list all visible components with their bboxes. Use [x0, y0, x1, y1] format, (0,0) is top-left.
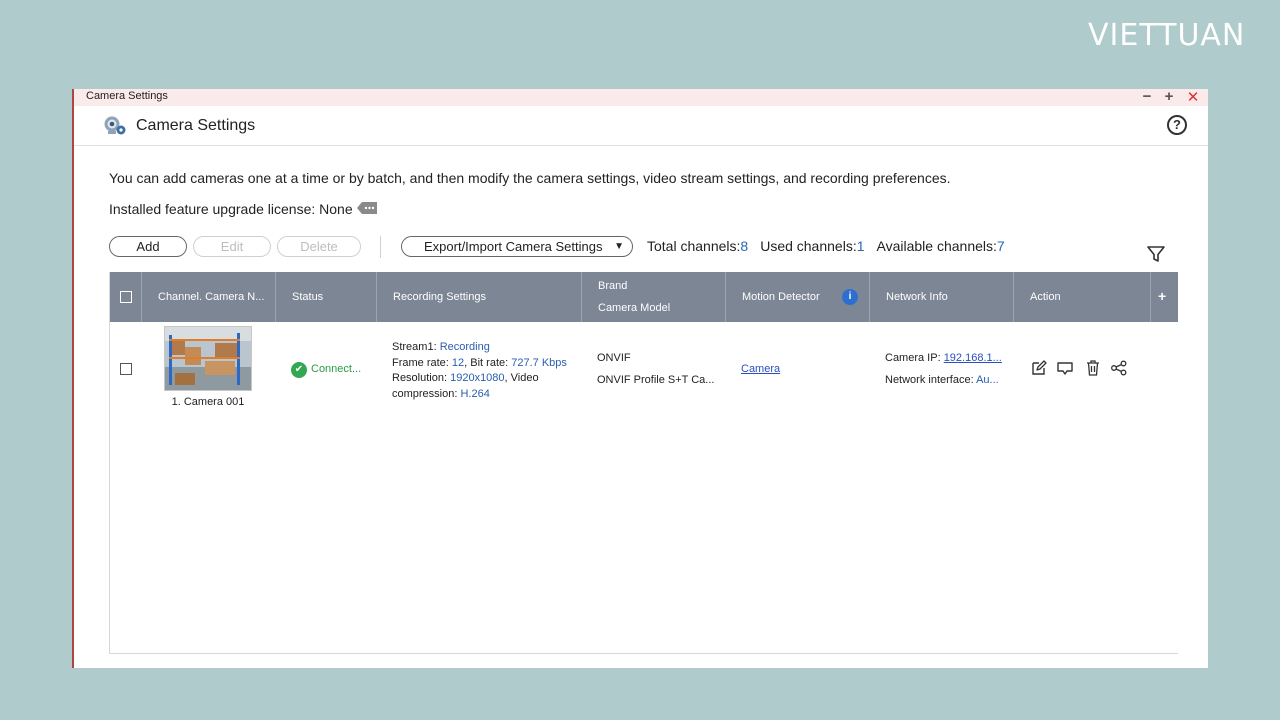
select-all-checkbox[interactable] — [120, 291, 132, 303]
page-title: Camera Settings — [136, 117, 256, 134]
minimize-button[interactable]: − — [1138, 88, 1156, 105]
table-row[interactable]: 1. Camera 001 ✔ Connect... Stream1: Reco… — [110, 322, 1178, 414]
close-button[interactable]: ✕ — [1184, 88, 1202, 106]
framerate-value: 12 — [451, 356, 465, 369]
column-network[interactable]: Network Info — [870, 272, 1014, 322]
total-channels-label: Total channels: — [647, 238, 741, 254]
motion-detector-link[interactable]: Camera — [741, 363, 780, 375]
column-brand-label: Brand — [598, 280, 628, 292]
camera-settings-icon — [104, 116, 126, 135]
used-channels-value: 1 — [856, 238, 865, 254]
table-header: Channel. Camera N... Status Recording Se… — [110, 272, 1178, 322]
camera-model: ONVIF Profile S+T Ca... — [597, 374, 715, 386]
brand-logo: VIETTUAN — [1088, 18, 1246, 53]
camera-table: Channel. Camera N... Status Recording Se… — [109, 272, 1178, 654]
channel-stats: Total channels:8 Used channels:1 Available… — [647, 238, 1005, 254]
share-icon[interactable] — [1110, 359, 1128, 377]
camera-brand: ONVIF — [597, 352, 631, 364]
bitrate-value: 727.7 Kbps — [511, 356, 567, 369]
network-interface-label: Network interface: — [885, 374, 977, 386]
delete-button[interactable]: Delete — [277, 236, 361, 257]
column-motion-label: Motion Detector — [742, 291, 820, 303]
stream-value: Recording — [439, 341, 490, 353]
row-checkbox[interactable] — [120, 363, 132, 375]
column-action-label: Action — [1030, 291, 1061, 303]
edit-button[interactable]: Edit — [193, 236, 271, 257]
total-channels-value: 8 — [740, 238, 749, 254]
available-channels-label: Available channels: — [876, 238, 997, 254]
column-recording[interactable]: Recording Settings — [377, 272, 582, 322]
network-interface-value: Au... — [976, 374, 999, 386]
add-column-button[interactable]: + — [1158, 288, 1166, 304]
recording-settings: Stream1: Recording Frame rate: 12, Bit r… — [392, 340, 577, 402]
column-status[interactable]: Status — [276, 272, 377, 322]
column-model-label: Camera Model — [598, 302, 671, 314]
resolution-value: 1920x1080 — [450, 372, 505, 384]
window-titlebar: Camera Settings − + ✕ — [74, 88, 1208, 106]
column-motion[interactable]: Motion Detector i — [726, 272, 870, 322]
monitor-icon[interactable] — [1056, 359, 1074, 377]
framerate-label: Frame rate: — [392, 356, 452, 369]
trash-icon[interactable] — [1084, 359, 1102, 377]
export-import-dropdown[interactable]: Export/Import Camera Settings ▼ — [401, 236, 633, 257]
available-channels-value: 7 — [996, 238, 1005, 254]
info-icon[interactable]: i — [842, 289, 858, 305]
filter-icon[interactable] — [1146, 244, 1166, 264]
status-connected-icon: ✔ — [291, 362, 307, 378]
toolbar-divider — [380, 236, 381, 258]
camera-ip-label: Camera IP: — [885, 352, 944, 364]
camera-settings-window: Camera Settings − + ✕ Camera Settings ? … — [72, 88, 1208, 668]
used-channels-label: Used channels: — [760, 238, 857, 254]
export-import-label: Export/Import Camera Settings — [424, 239, 603, 254]
titlebar-title: Camera Settings — [86, 90, 168, 102]
help-icon[interactable]: ? — [1167, 115, 1187, 135]
resolution-label: Resolution: — [392, 372, 451, 384]
column-brand[interactable]: Brand Camera Model — [582, 272, 726, 322]
camera-name: 1. Camera 001 — [171, 396, 245, 408]
chevron-down-icon: ▼ — [614, 241, 624, 252]
add-button[interactable]: Add — [109, 236, 187, 257]
license-tag-icon[interactable] — [357, 202, 377, 214]
network-interface: Network interface: Au... — [885, 374, 999, 386]
camera-ip-link[interactable]: 192.168.1... — [944, 352, 1002, 364]
column-status-label: Status — [292, 291, 324, 303]
column-network-label: Network Info — [886, 291, 948, 303]
camera-ip: Camera IP: 192.168.1... — [885, 352, 1002, 364]
edit-icon[interactable] — [1030, 359, 1048, 377]
maximize-button[interactable]: + — [1160, 88, 1178, 105]
bitrate-label: , Bit rate: — [464, 356, 512, 369]
status-text: Connect... — [311, 363, 362, 375]
column-recording-label: Recording Settings — [393, 291, 486, 303]
column-channel-label: Channel. Camera N... — [158, 291, 265, 303]
license-info: Installed feature upgrade license: None — [109, 201, 353, 217]
page-header: Camera Settings ? — [74, 106, 1208, 146]
camera-thumbnail[interactable] — [164, 326, 252, 391]
compression-value: H.264 — [460, 387, 490, 400]
column-channel[interactable]: Channel. Camera N... — [142, 272, 276, 322]
stream-label: Stream1: — [392, 341, 440, 353]
header-select-cell — [110, 272, 142, 322]
column-action[interactable]: Action — [1014, 272, 1151, 322]
page-description: You can add cameras one at a time or by … — [109, 170, 951, 186]
